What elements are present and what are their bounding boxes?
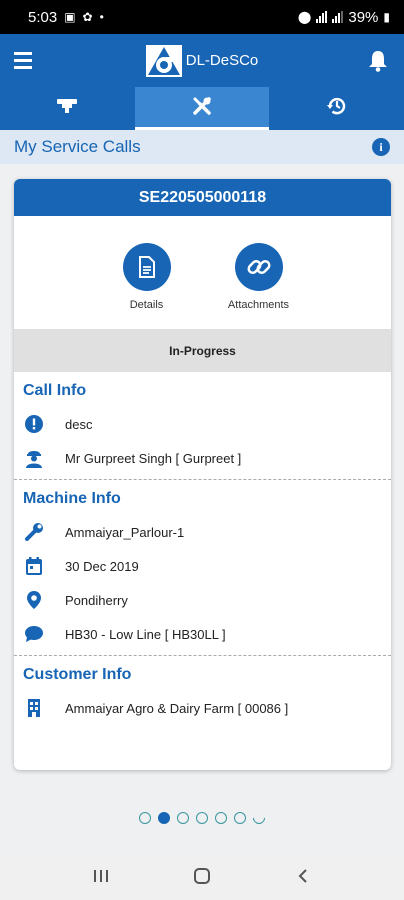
subheader: My Service Calls i — [0, 130, 404, 164]
tab-service-calls[interactable] — [135, 87, 269, 130]
page-dot[interactable] — [139, 812, 151, 824]
home-icon[interactable] — [182, 861, 222, 891]
tools-icon — [192, 96, 212, 121]
app-title: DL-DeSCo — [185, 52, 259, 69]
chat-bubble-icon — [23, 623, 45, 645]
list-item: Pondiherry — [23, 583, 381, 617]
page-title: My Service Calls — [14, 137, 141, 156]
customer-name: Ammaiyar Agro & Dairy Farm [ 00086 ] — [65, 700, 289, 716]
attachments-label: Attachments — [227, 299, 290, 311]
document-icon — [122, 243, 171, 291]
details-label: Details — [129, 299, 164, 311]
app-notification-icon: ✿ — [82, 10, 93, 24]
tab-bar — [0, 87, 404, 130]
customer-info-title: Customer Info — [23, 666, 132, 683]
page-dot[interactable] — [177, 812, 189, 824]
customer-info-section: Customer Info Ammaiyar Agro & Dairy Farm… — [14, 655, 391, 729]
wrench-icon — [23, 521, 45, 543]
engineer-icon — [23, 447, 45, 469]
tab-machines[interactable] — [0, 87, 133, 130]
details-button[interactable]: Details — [112, 243, 182, 329]
building-icon — [23, 697, 45, 719]
list-item: desc — [23, 407, 381, 441]
call-info-title: Call Info — [23, 382, 87, 399]
cctv-icon — [56, 97, 78, 120]
status-bar: 5:03 ▣ ✿ • ⬤ 39% ▮ — [0, 0, 404, 34]
calendar-icon — [23, 555, 45, 577]
exclamation-icon — [23, 413, 45, 435]
status-time: 5:03 — [28, 8, 58, 26]
call-person: Mr Gurpreet Singh [ Gurpreet ] — [65, 450, 242, 466]
system-nav-bar — [0, 852, 404, 900]
signal-2-icon — [332, 11, 344, 23]
machine-info-section: Machine Info Ammaiyar_Parlour-1 30 Dec 2… — [14, 479, 391, 655]
call-number: SE220505000118 — [14, 179, 391, 216]
list-item: Ammaiyar_Parlour-1 — [23, 515, 381, 549]
location-pin-icon — [23, 589, 45, 611]
machine-info-title: Machine Info — [23, 490, 121, 507]
page-dot[interactable] — [234, 812, 246, 824]
link-icon — [234, 243, 283, 291]
page-dot[interactable] — [196, 812, 208, 824]
bell-icon[interactable] — [366, 49, 390, 73]
attachments-button[interactable]: Attachments — [224, 243, 294, 329]
history-icon — [326, 95, 348, 122]
tab-history[interactable] — [271, 87, 404, 130]
more-notifications-icon: • — [99, 10, 104, 24]
battery-icon: ▮ — [383, 10, 390, 24]
signal-icon — [316, 11, 328, 23]
list-item: Mr Gurpreet Singh [ Gurpreet ] — [23, 441, 381, 475]
location-icon: ⬤ — [297, 10, 312, 24]
battery-level: 39% — [348, 8, 379, 26]
status-badge: In-Progress — [14, 330, 391, 372]
machine-location: Pondiherry — [65, 592, 128, 608]
page-indicator — [0, 809, 404, 827]
list-item: HB30 - Low Line [ HB30LL ] — [23, 617, 381, 651]
page-dot[interactable] — [215, 812, 227, 824]
page-dot[interactable] — [250, 809, 268, 827]
gallery-notification-icon: ▣ — [64, 10, 76, 24]
app-logo: DL-DeSCo — [145, 44, 259, 77]
info-icon[interactable]: i — [372, 138, 390, 156]
machine-model: HB30 - Low Line [ HB30LL ] — [65, 626, 226, 642]
page-dot-active[interactable] — [158, 812, 170, 824]
list-item: Ammaiyar Agro & Dairy Farm [ 00086 ] — [23, 691, 381, 725]
service-call-card: SE220505000118 Details Attachments In-Pr… — [14, 179, 391, 770]
logo-mark-icon — [145, 44, 182, 77]
list-item: 30 Dec 2019 — [23, 549, 381, 583]
app-bar: DL-DeSCo — [0, 34, 404, 87]
card-actions: Details Attachments — [14, 216, 391, 330]
call-description: desc — [65, 416, 93, 432]
back-icon[interactable] — [283, 861, 323, 891]
recent-apps-icon[interactable] — [81, 861, 121, 891]
machine-date: 30 Dec 2019 — [65, 558, 139, 574]
menu-icon[interactable] — [14, 49, 38, 73]
machine-name: Ammaiyar_Parlour-1 — [65, 524, 185, 540]
call-info-section: Call Info desc Mr Gurpreet Singh [Gurpr… — [14, 372, 391, 479]
